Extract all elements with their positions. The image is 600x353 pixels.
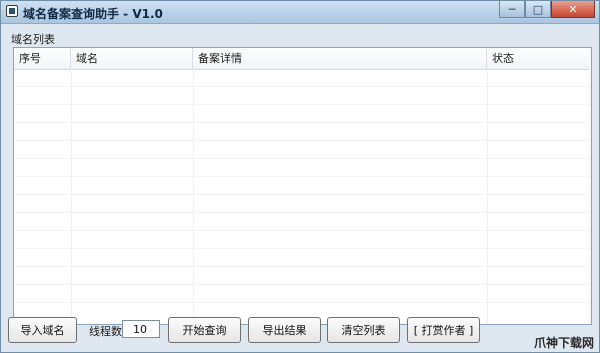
list-body[interactable] bbox=[14, 69, 591, 324]
column-header-details[interactable]: 备案详情 bbox=[193, 48, 487, 69]
row-divider bbox=[14, 266, 591, 267]
column-divider bbox=[487, 69, 488, 324]
row-divider bbox=[14, 212, 591, 213]
window-title: 域名备案查询助手 - V1.0 bbox=[23, 7, 163, 21]
column-header-index[interactable]: 序号 bbox=[14, 48, 71, 69]
start-query-button[interactable]: 开始查询 bbox=[168, 317, 241, 343]
row-divider bbox=[14, 248, 591, 249]
list-edge bbox=[589, 48, 591, 324]
minimize-button[interactable]: ─ bbox=[499, 1, 525, 18]
start-query-label: 开始查询 bbox=[182, 324, 227, 337]
domain-list-view[interactable]: 序号 域名 备案详情 状态 bbox=[13, 47, 592, 325]
donate-button[interactable]: [ 打赏作者 ] bbox=[407, 317, 480, 343]
domain-list-group: 域名列表 序号 域名 备案详情 状态 bbox=[6, 28, 594, 325]
title-bar[interactable]: 域名备案查询助手 - V1.0 ─ □ ✕ bbox=[1, 1, 599, 24]
row-divider bbox=[14, 302, 591, 303]
maximize-button[interactable]: □ bbox=[525, 1, 551, 18]
threads-label: 线程数: bbox=[89, 325, 126, 338]
clear-list-label: 清空列表 bbox=[341, 324, 386, 337]
row-divider bbox=[14, 104, 591, 105]
column-header-domain[interactable]: 域名 bbox=[71, 48, 193, 69]
import-domains-label: 导入域名 bbox=[20, 324, 65, 337]
import-domains-button[interactable]: 导入域名 bbox=[8, 317, 77, 343]
donate-label: [ 打赏作者 ] bbox=[413, 324, 474, 337]
row-divider bbox=[14, 194, 591, 195]
row-divider bbox=[14, 284, 591, 285]
app-icon bbox=[6, 5, 18, 17]
watermark: 爪神下载网 bbox=[533, 336, 594, 350]
row-divider bbox=[14, 122, 591, 123]
export-results-button[interactable]: 导出结果 bbox=[248, 317, 321, 343]
export-results-label: 导出结果 bbox=[262, 324, 307, 337]
close-button[interactable]: ✕ bbox=[551, 1, 595, 18]
row-divider bbox=[14, 158, 591, 159]
row-divider bbox=[14, 176, 591, 177]
column-header-status[interactable]: 状态 bbox=[487, 48, 591, 69]
list-header: 序号 域名 备案详情 状态 bbox=[14, 48, 591, 70]
maximize-icon: □ bbox=[532, 2, 544, 16]
row-divider bbox=[14, 86, 591, 87]
group-label: 域名列表 bbox=[11, 33, 55, 46]
column-divider bbox=[71, 69, 72, 324]
app-window: 域名备案查询助手 - V1.0 ─ □ ✕ 域名列表 序号 域名 备案详情 状态 bbox=[0, 0, 600, 353]
minimize-icon: ─ bbox=[508, 2, 516, 16]
window-controls: ─ □ ✕ bbox=[499, 1, 595, 18]
clear-list-button[interactable]: 清空列表 bbox=[327, 317, 400, 343]
row-divider bbox=[14, 140, 591, 141]
row-divider bbox=[14, 230, 591, 231]
threads-input[interactable] bbox=[122, 320, 160, 338]
close-icon: ✕ bbox=[568, 2, 578, 16]
column-divider bbox=[193, 69, 194, 324]
